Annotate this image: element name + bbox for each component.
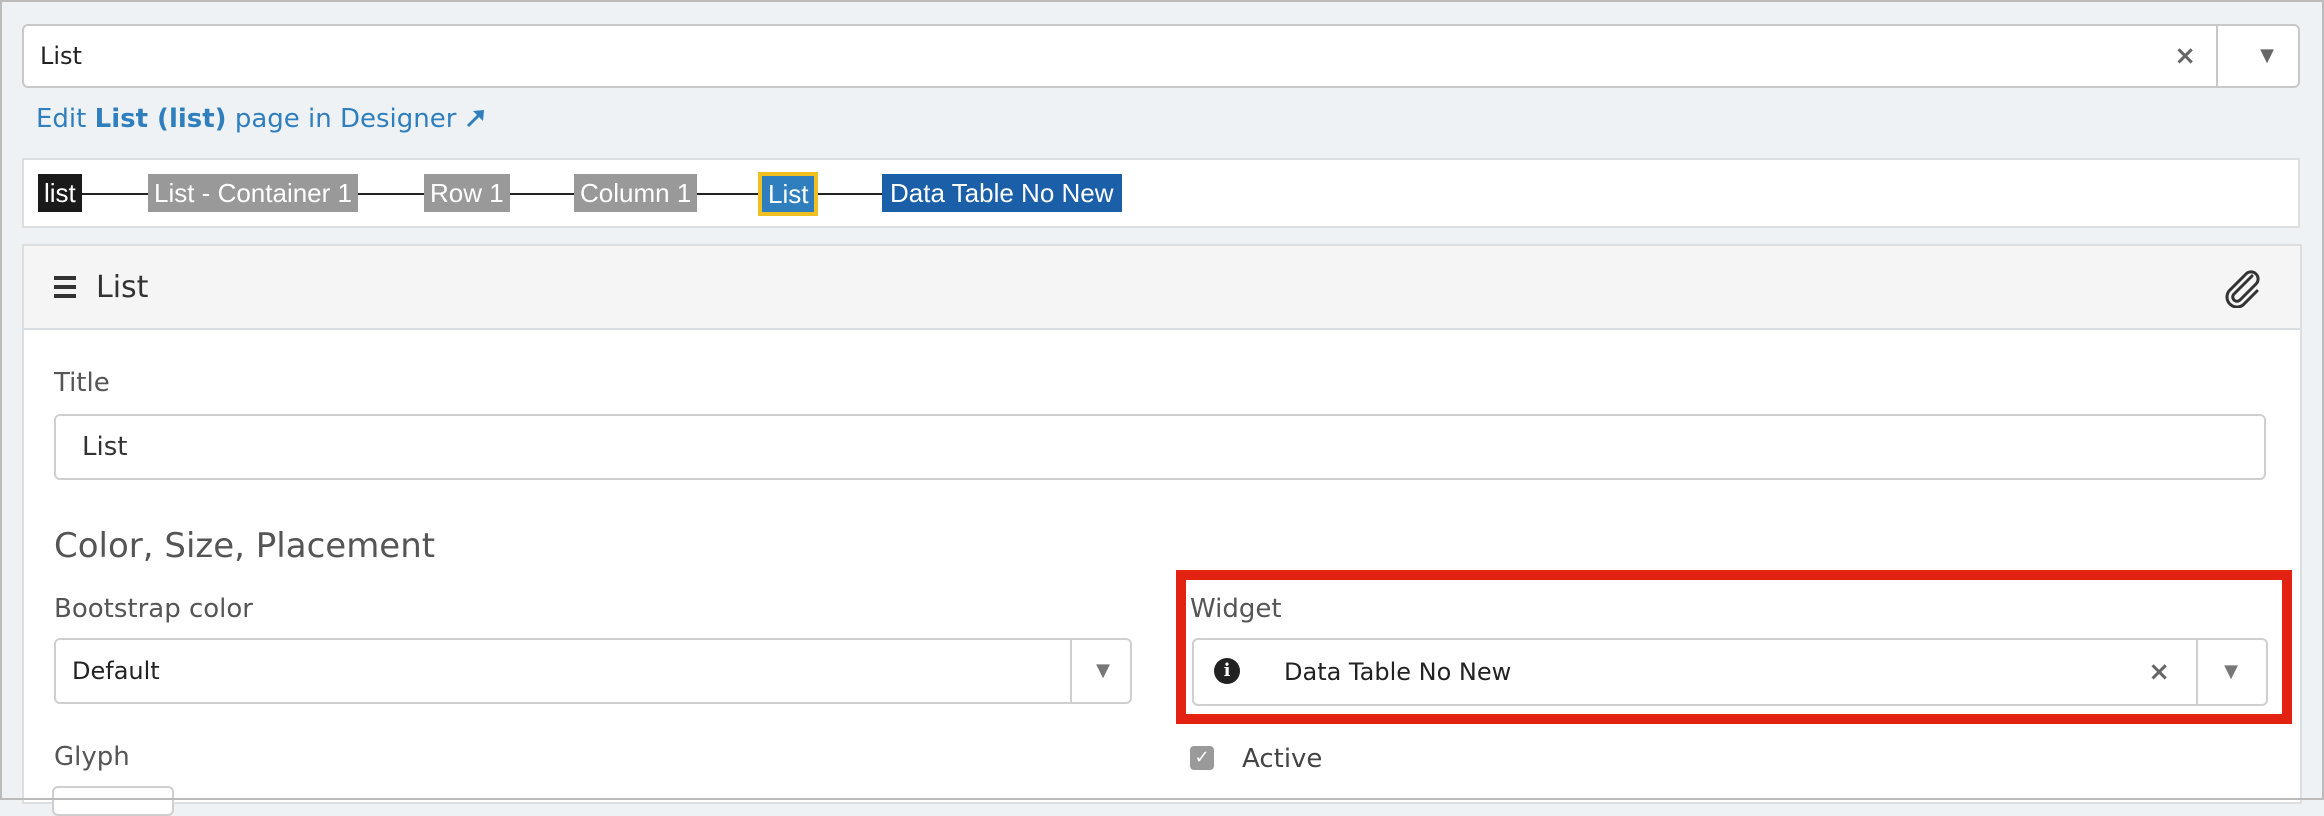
select-divider: [2216, 26, 2218, 86]
breadcrumb-item-row[interactable]: Row 1: [424, 174, 510, 212]
page-select[interactable]: List × ▼: [22, 24, 2300, 88]
panel-title: List: [96, 270, 149, 305]
breadcrumb: list List - Container 1 Row 1 Column 1 L…: [22, 158, 2300, 228]
bootstrap-color-label: Bootstrap color: [54, 594, 253, 624]
select-divider: [1070, 640, 1072, 702]
bootstrap-color-select[interactable]: Default ▼: [54, 638, 1132, 704]
chevron-down-icon[interactable]: ▼: [2260, 26, 2274, 86]
title-input[interactable]: List: [54, 414, 2266, 480]
designer-link-prefix: Edit: [36, 104, 87, 134]
active-label: Active: [1242, 744, 1323, 774]
hamburger-icon[interactable]: [54, 276, 76, 303]
breadcrumb-connector: [696, 193, 762, 195]
breadcrumb-item-list[interactable]: list: [38, 174, 82, 212]
external-link-icon: [466, 110, 484, 128]
title-label: Title: [54, 368, 110, 398]
breadcrumb-item-container[interactable]: List - Container 1: [148, 174, 358, 212]
designer-link-page-name: List (list): [94, 104, 227, 134]
panel-header: List: [24, 246, 2300, 330]
breadcrumb-connector: [816, 193, 882, 195]
glyph-label: Glyph: [54, 742, 130, 772]
breadcrumb-connector: [508, 193, 574, 195]
breadcrumb-item-current[interactable]: List: [762, 176, 815, 212]
page-select-value: List: [40, 42, 82, 70]
title-input-value: List: [82, 432, 128, 462]
active-checkbox[interactable]: ✓: [1190, 746, 1214, 770]
breadcrumb-connector: [358, 193, 424, 195]
paperclip-icon[interactable]: [2222, 270, 2262, 308]
breadcrumb-item-widget[interactable]: Data Table No New: [882, 174, 1122, 212]
bootstrap-color-value: Default: [72, 657, 160, 685]
glyph-select[interactable]: [52, 786, 174, 816]
chevron-down-icon[interactable]: ▼: [1096, 640, 1110, 702]
section-heading: Color, Size, Placement: [54, 526, 436, 566]
breadcrumb-item-column[interactable]: Column 1: [574, 174, 698, 212]
widget-highlight-box: [1176, 570, 2292, 724]
designer-link-suffix: page in Designer: [234, 104, 457, 134]
clear-icon[interactable]: ×: [2174, 26, 2196, 86]
edit-in-designer-link[interactable]: Edit List (list) page in Designer: [36, 104, 487, 134]
breadcrumb-connector: [82, 193, 148, 195]
